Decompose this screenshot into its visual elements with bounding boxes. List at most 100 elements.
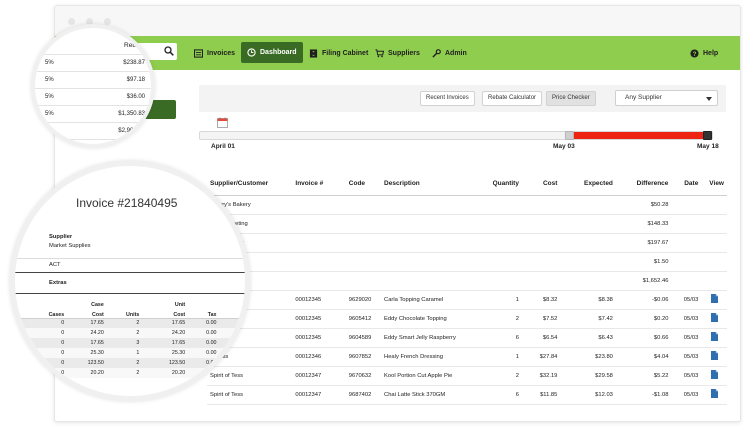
col-header[interactable]: Cost <box>521 173 561 196</box>
cell: 0 <box>15 348 68 358</box>
table-group-row[interactable]: h Food$1,652.46 <box>207 271 727 291</box>
search-icon[interactable] <box>164 46 174 56</box>
table-group-row[interactable]: Sherry's Bakery $50.28 <box>207 195 727 215</box>
table-row[interactable]: Spirit of Tess 00012347 9687402 Chai Lat… <box>207 385 727 405</box>
nav-item-dashboard[interactable]: Dashboard <box>241 42 303 63</box>
group-diff: $1,652.46 <box>615 271 672 291</box>
cell-difference: $4.04 <box>615 347 672 367</box>
document-icon[interactable] <box>710 389 718 398</box>
cell-difference: -$0.06 <box>615 290 672 310</box>
col-header[interactable]: Date <box>671 173 702 196</box>
col-header[interactable]: Code <box>345 173 382 196</box>
table-row[interactable]: ess 00012345 9629020 Carla Topping Caram… <box>207 290 727 310</box>
cell-description: Kool Portion Cut Apple Pie <box>381 366 484 386</box>
invoice-lines-header-top: Case Unit <box>15 299 245 308</box>
group-diff: $1.50 <box>615 252 672 272</box>
cell-date: 05/03 <box>671 290 702 310</box>
cell: 20.20 <box>142 368 189 378</box>
document-icon[interactable] <box>710 294 718 303</box>
cell-invoice: 00012345 <box>292 328 346 348</box>
date-range-selection <box>568 132 712 139</box>
col-header[interactable]: View <box>701 173 727 196</box>
supplier-select[interactable]: Any Supplier <box>615 90 718 106</box>
cell-view <box>701 290 727 310</box>
calendar-icon[interactable] <box>217 117 228 128</box>
cell-date: 05/03 <box>671 385 702 405</box>
col-header[interactable]: Quantity <box>483 173 522 196</box>
cell-expected: $8.38 <box>560 290 616 310</box>
document-icon[interactable] <box>710 351 718 360</box>
invoice-line-row: 0 25.30 1 25.30 0.00 <box>15 348 245 358</box>
cell-cost: $7.52 <box>521 309 561 329</box>
list-icon <box>194 48 203 58</box>
caret-down-icon <box>706 97 712 101</box>
cell: 25.30 <box>142 348 189 358</box>
cell-invoice: 00012345 <box>292 309 346 329</box>
divider <box>15 272 245 273</box>
invoice-line-row: 0 17.65 2 17.65 0.00 <box>15 318 245 328</box>
table-group-row[interactable]: Select Foods$197.67 <box>207 233 727 253</box>
range-end-handle[interactable] <box>703 131 712 140</box>
cell-view <box>701 347 727 367</box>
document-icon[interactable] <box>710 313 718 322</box>
table-group-row[interactable]: hop$1.50 <box>207 252 727 272</box>
rebate-row: 5% $2,907.13 <box>35 121 151 139</box>
cell: 0.00 <box>188 348 220 358</box>
rebate-pct: 5% <box>35 70 87 88</box>
nav-item-admin[interactable]: Admin <box>432 36 467 70</box>
col-header[interactable]: Invoice # <box>292 173 346 196</box>
cell: 0 <box>15 358 68 368</box>
nav-item-suppliers[interactable]: Suppliers <box>375 36 420 70</box>
timeline-end-label: May 18 <box>697 143 719 150</box>
rebate-amount: $1,350.83 <box>86 104 151 122</box>
table-row[interactable]: of Tess 00012345 9604589 Eddy Smart Jell… <box>207 328 727 348</box>
rebate-amount: $238.87 <box>86 53 151 71</box>
table-group-row[interactable]: nish Marketing$148.33 <box>207 214 727 234</box>
table-row[interactable]: Tess 00012345 9605412 Eddy Chocolate Top… <box>207 309 727 329</box>
table-row[interactable]: Spirit of Tess 00012347 9670632 Kool Por… <box>207 366 727 386</box>
cell-quantity: 2 <box>483 366 522 386</box>
range-start-handle[interactable] <box>564 131 574 140</box>
wrench-icon <box>432 48 441 58</box>
date-range-slider[interactable] <box>199 131 713 140</box>
nav-item-invoices[interactable]: Invoices <box>194 36 235 70</box>
document-icon[interactable] <box>710 370 718 379</box>
rebate-calculator-button[interactable]: Rebate Calculator <box>482 91 543 106</box>
cell: 0.00 <box>188 358 220 368</box>
table-row[interactable]: of Tess 00012346 9607852 Healy French Dr… <box>207 347 727 367</box>
col-header <box>15 299 68 308</box>
col-header[interactable]: Supplier/Customer <box>207 173 293 196</box>
cell-invoice: 00012345 <box>292 290 346 310</box>
cell-code: 9629020 <box>345 290 382 310</box>
cell-expected: $29.58 <box>560 366 616 386</box>
document-icon[interactable] <box>710 332 718 341</box>
cell: 24.20 <box>142 328 189 338</box>
invoice-line-row: 0 17.65 3 17.65 0.00 <box>15 338 245 348</box>
rebate-magnifier: Rebate 5% $238.87 5% $97.18 5% $36.00 5% $1,… <box>31 24 155 148</box>
col-header[interactable]: Description <box>381 173 484 196</box>
cell-quantity: 6 <box>483 328 522 348</box>
supplier-label: Supplier <box>49 234 73 240</box>
group-diff: $197.67 <box>615 233 672 253</box>
rebate-amount: $2,907.13 <box>86 121 151 139</box>
recent-invoices-button[interactable]: Recent Invoices <box>420 91 475 106</box>
col-header: Cases <box>15 308 68 319</box>
cell-quantity: 1 <box>483 290 522 310</box>
cell: 123.50 <box>142 358 189 368</box>
col-header: Units <box>106 308 143 319</box>
rebate-amount: $97.18 <box>86 70 151 88</box>
nav-item-filing-cabinet[interactable]: Filing Cabinet <box>309 36 368 70</box>
cell-invoice: 00012347 <box>292 366 346 386</box>
nav-item-help[interactable]: ? Help <box>690 36 718 70</box>
col-header[interactable]: Difference <box>615 173 672 196</box>
window-dot-maximize[interactable] <box>104 18 111 25</box>
rebate-row: 5% $1,350.83 <box>35 104 151 122</box>
window-dot-close[interactable] <box>68 18 75 25</box>
cell: 17.65 <box>142 338 189 348</box>
rebate-pct: 5% <box>35 104 87 122</box>
cell: 2 <box>106 318 143 328</box>
invoice-lines-table: Case Unit Cases Cost Units Cost Tax F 01… <box>15 299 245 378</box>
col-header[interactable]: Expected <box>560 173 616 196</box>
cell-description: Chai Latte Stick 370GM <box>381 385 484 405</box>
price-checker-button[interactable]: Price Checker <box>546 91 596 106</box>
